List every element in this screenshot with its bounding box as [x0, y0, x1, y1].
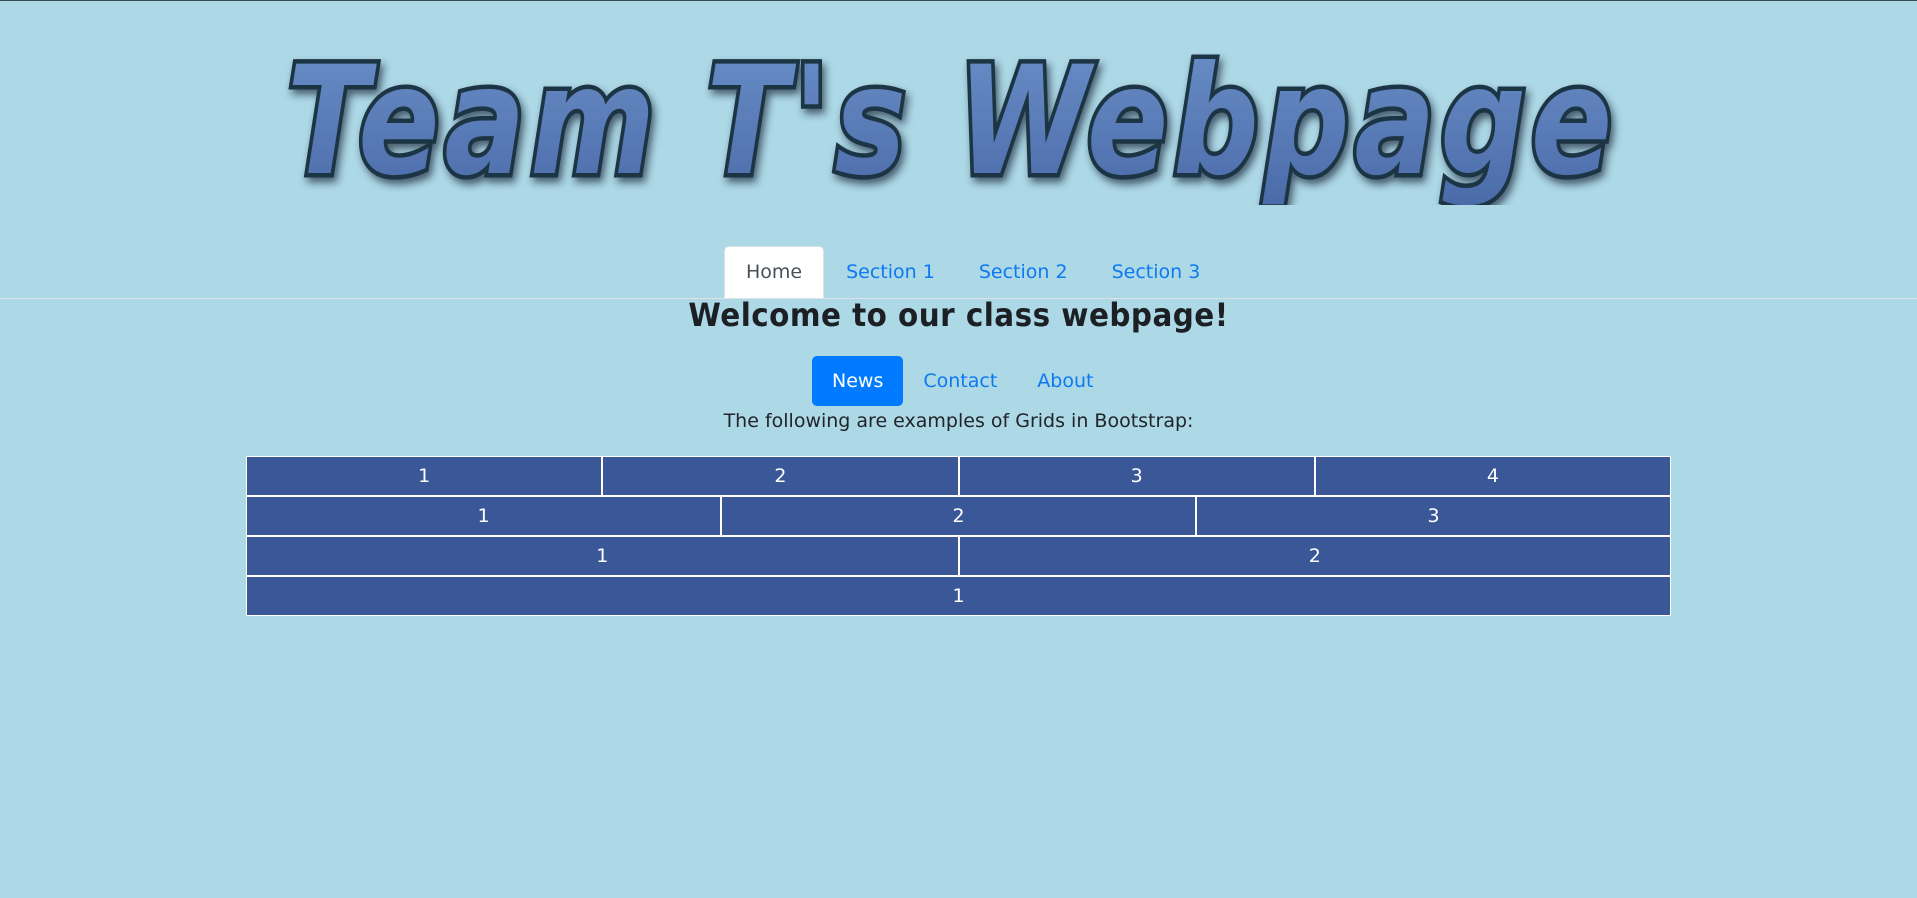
grid-cell: 2 [721, 496, 1196, 536]
page-heading: Welcome to our class webpage! [688, 296, 1229, 334]
tab-section-3[interactable]: Section 3 [1090, 246, 1223, 297]
grid-cell: 1 [246, 496, 721, 536]
pill-news[interactable]: News [812, 356, 904, 406]
content-pills: News Contact About [812, 356, 1113, 406]
grid-cell: 3 [958, 456, 1315, 496]
grid-cell: 2 [958, 536, 1671, 576]
grid-row-1-col: 1 [246, 576, 1671, 616]
bootstrap-grid-demo: 1 2 3 4 1 2 3 1 2 1 [246, 456, 1671, 616]
tab-home[interactable]: Home [724, 246, 825, 298]
grid-cell: 1 [246, 456, 603, 496]
grid-cell: 1 [246, 536, 959, 576]
banner-title: Team T's Webpage [287, 35, 1617, 205]
grid-cell: 3 [1196, 496, 1671, 536]
grid-cell: 4 [1314, 456, 1671, 496]
grid-cell: 1 [246, 576, 1671, 616]
top-border [0, 0, 1917, 1]
tab-section-2[interactable]: Section 2 [957, 246, 1090, 297]
grid-cell: 2 [602, 456, 959, 496]
pill-about[interactable]: About [1017, 356, 1113, 406]
grid-row-3-cols: 1 2 3 [246, 496, 1671, 536]
grid-row-4-cols: 1 2 3 4 [246, 456, 1671, 496]
pill-contact[interactable]: Contact [903, 356, 1017, 406]
tab-section-1[interactable]: Section 1 [824, 246, 957, 297]
grid-row-2-cols: 1 2 [246, 536, 1671, 576]
site-banner-logo: Team T's Webpage [270, 35, 1635, 205]
grid-intro-text: The following are examples of Grids in B… [723, 410, 1194, 432]
section-tabs: Home Section 1 Section 2 Section 3 [0, 246, 1917, 299]
